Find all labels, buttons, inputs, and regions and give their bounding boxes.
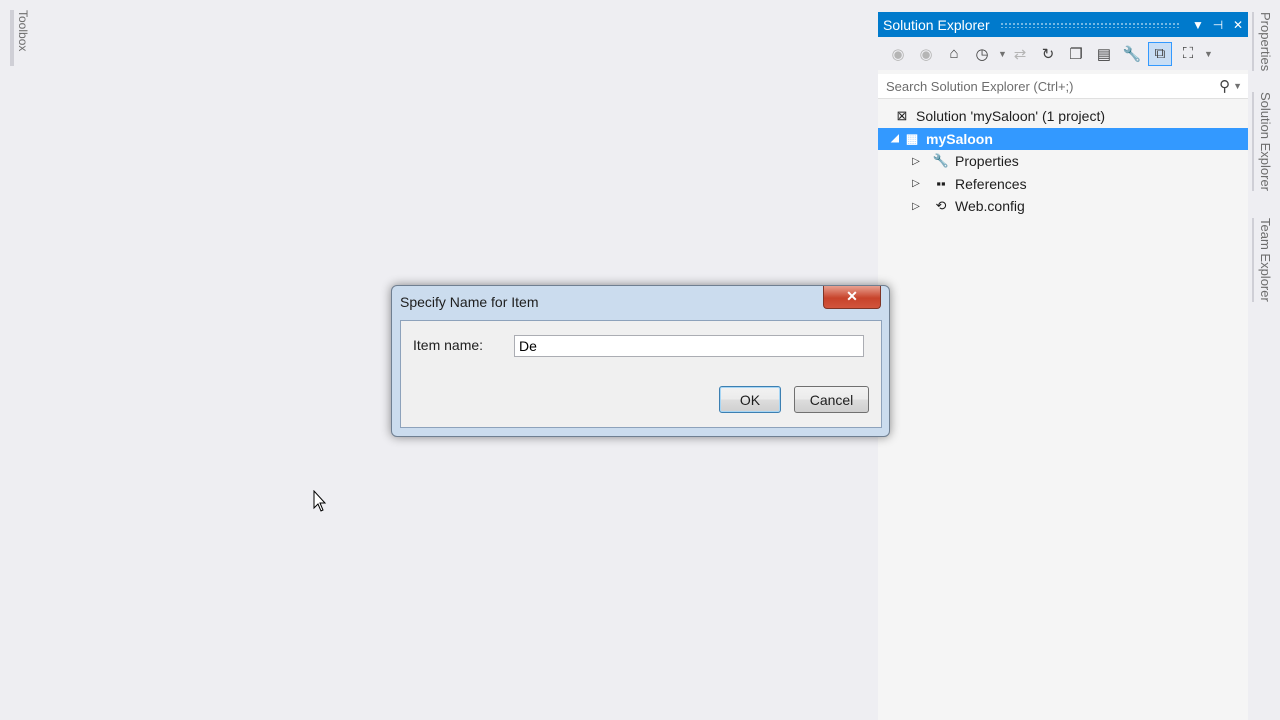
tree-item-label: Properties [955,153,1019,170]
preview-selected-items-icon[interactable]: ⧉ [1148,41,1172,66]
close-icon[interactable]: ✕ [1228,18,1248,32]
forward-icon[interactable]: ◉ [914,42,938,66]
tree-item-solution[interactable]: ⊠ Solution 'mySaloon' (1 project) [878,105,1248,128]
item-name-input[interactable] [514,335,864,357]
mouse-cursor-icon [313,490,327,512]
dropdown-arrow-icon[interactable]: ▼ [998,49,1007,59]
properties-wrench-icon[interactable]: 🔧 [1120,42,1144,66]
specify-name-dialog: Specify Name for Item ✕ Item name: OK Ca… [391,285,890,437]
refresh-icon[interactable]: ↻ [1036,42,1060,66]
solution-explorer-titlebar: Solution Explorer ▼ ⊣ ✕ [878,12,1248,37]
dialog-body: Item name: OK Cancel [400,320,882,428]
solution-explorer-panel: Solution Explorer ▼ ⊣ ✕ ◉ ◉ ⌂ ◷ ▼ ⇄ ↻ ❐ … [878,12,1248,720]
show-all-files-icon[interactable]: ▤ [1092,42,1116,66]
tree-item-references[interactable]: ▷ ▪▪ References [878,173,1248,196]
references-icon: ▪▪ [936,176,946,192]
tree-item-web-config[interactable]: ▷ ⟲ Web.config [878,195,1248,218]
collapse-arrow-icon[interactable]: ◢ [888,133,902,144]
dialog-close-button[interactable]: ✕ [823,286,881,309]
tree-item-label: mySaloon [926,130,993,147]
toolbox-rail: Toolbox [0,0,30,720]
tab-properties[interactable]: Properties [1252,12,1273,72]
solution-explorer-title: Solution Explorer [883,16,990,33]
search-icon[interactable]: ⚲ [1219,77,1230,95]
solution-tree: ⊠ Solution 'mySaloon' (1 project) ◢ ▦ my… [878,105,1248,218]
dropdown-arrow-icon[interactable]: ▼ [1204,49,1213,59]
expand-arrow-icon[interactable]: ▷ [909,156,923,167]
tab-label: Solution Explorer [1258,92,1273,191]
dropdown-arrow-icon[interactable]: ▼ [1188,18,1208,32]
class-diagram-icon[interactable]: ⛶ [1176,42,1200,66]
tab-label: Properties [1258,12,1273,72]
item-name-label: Item name: [413,337,484,353]
wrench-icon: 🔧 [932,153,950,169]
dropdown-arrow-icon[interactable]: ▼ [1233,81,1242,91]
collapse-all-icon[interactable]: ❐ [1064,42,1088,66]
tab-label: Team Explorer [1258,218,1273,302]
dialog-title: Specify Name for Item [400,294,539,310]
home-icon[interactable]: ⌂ [942,42,966,66]
tab-solution-explorer[interactable]: Solution Explorer [1252,92,1273,191]
solution-icon: ⊠ [896,108,908,124]
drag-grip[interactable] [999,21,1180,28]
ok-button[interactable]: OK [719,386,781,413]
tree-item-label: References [955,175,1027,192]
tab-team-explorer[interactable]: Team Explorer [1252,218,1273,302]
pin-icon[interactable]: ⊣ [1208,18,1228,32]
solution-explorer-toolbar: ◉ ◉ ⌂ ◷ ▼ ⇄ ↻ ❐ ▤ 🔧 ⧉ ⛶ ▼ [878,37,1248,70]
tree-item-project[interactable]: ◢ ▦ mySaloon [878,127,1248,150]
expand-arrow-icon[interactable]: ▷ [909,201,923,212]
tree-item-label: Web.config [955,198,1025,215]
right-tab-rail: Properties Solution Explorer Team Explor… [1248,0,1280,720]
tree-item-properties[interactable]: ▷ 🔧 Properties [878,150,1248,173]
back-icon[interactable]: ◉ [886,42,910,66]
cancel-button[interactable]: Cancel [794,386,869,413]
search-input[interactable] [884,77,1220,95]
config-file-icon: ⟲ [935,198,947,214]
solution-explorer-search: ⚲ ▼ [878,74,1248,99]
pending-changes-filter-icon[interactable]: ◷ [970,42,994,66]
tree-item-label: Solution 'mySaloon' (1 project) [916,108,1105,125]
sync-with-document-icon[interactable]: ⇄ [1008,42,1032,66]
web-project-icon: ▦ [905,130,919,146]
expand-arrow-icon[interactable]: ▷ [909,178,923,189]
